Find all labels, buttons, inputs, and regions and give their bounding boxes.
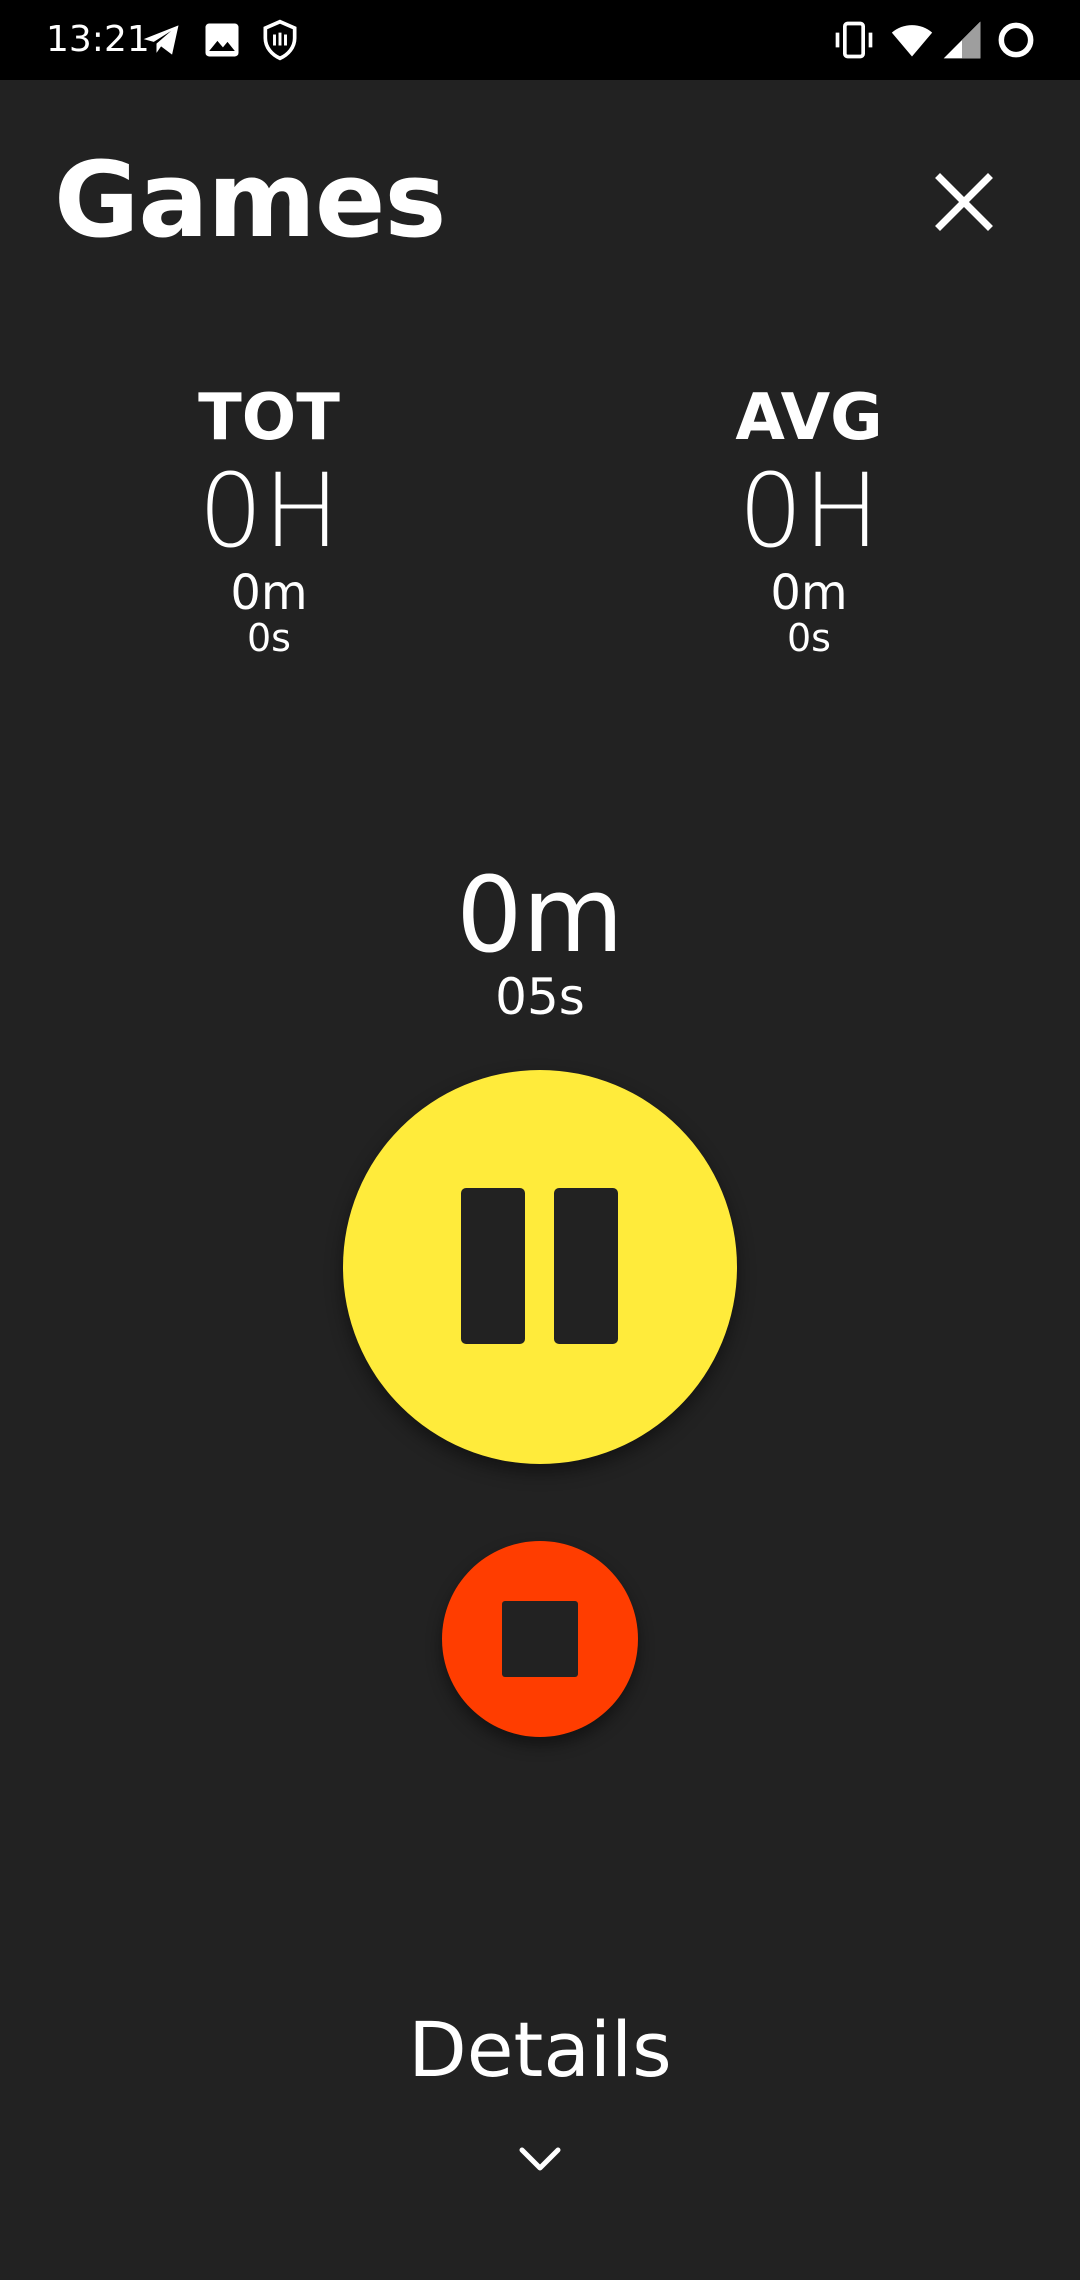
total-seconds: 0s <box>247 616 291 660</box>
expand-details-button[interactable] <box>514 2140 566 2180</box>
stop-button[interactable] <box>442 1541 638 1737</box>
details-toggle[interactable]: Details <box>290 2004 790 2096</box>
timer-seconds: 05s <box>495 968 585 1026</box>
total-stat: TOT 0H 0m 0s <box>119 380 419 658</box>
timer-minutes: 0m <box>456 854 624 976</box>
pause-bar-left <box>461 1188 525 1344</box>
close-button[interactable] <box>920 158 1008 246</box>
total-minutes: 0m <box>230 565 308 621</box>
signal-icon <box>943 21 981 59</box>
image-icon <box>205 23 239 57</box>
timer-screen: 13:21 Games TOT 0H 0m 0s AVG 0H 0m 0s 0m… <box>0 0 1080 2280</box>
pause-button[interactable] <box>343 1070 737 1464</box>
close-icon[interactable] <box>920 158 1008 246</box>
average-seconds: 0s <box>787 616 831 660</box>
average-label: AVG <box>735 381 883 455</box>
average-hours: 0H <box>738 452 880 571</box>
pause-bar-right <box>554 1188 618 1344</box>
page-title: Games <box>54 139 446 261</box>
total-label: TOT <box>198 381 340 455</box>
wifi-icon <box>891 25 933 57</box>
average-stat: AVG 0H 0m 0s <box>659 380 959 658</box>
chevron-down-icon[interactable] <box>514 2140 566 2180</box>
average-minutes: 0m <box>770 565 848 621</box>
stop-icon[interactable] <box>502 1601 578 1677</box>
total-hours: 0H <box>198 452 340 571</box>
status-bar: 13:21 <box>0 0 1080 80</box>
shield-icon <box>263 19 297 61</box>
battery-saver-icon <box>998 22 1034 58</box>
telegram-icon <box>143 25 179 55</box>
vibrate-icon <box>835 21 873 59</box>
current-timer: 0m 05s <box>340 860 740 1024</box>
status-time: 13:21 <box>46 19 150 60</box>
